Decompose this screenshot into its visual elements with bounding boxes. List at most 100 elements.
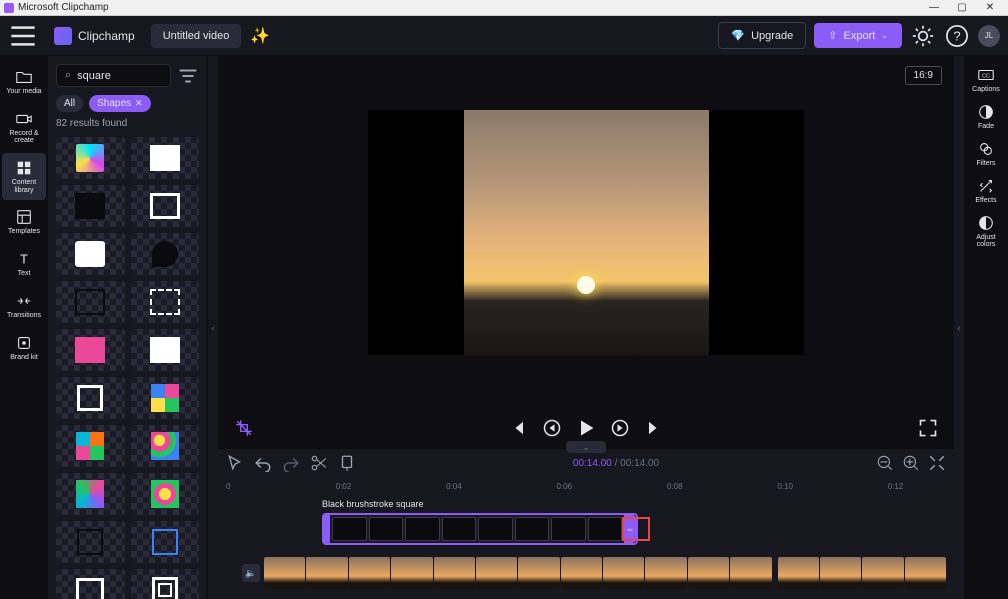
redo-button[interactable] [282, 454, 300, 472]
brand-kit-icon [15, 334, 33, 352]
library-icon [15, 159, 33, 177]
ai-sparkle-icon[interactable]: ✨ [249, 25, 271, 47]
shape-thumb[interactable] [56, 521, 125, 563]
templates-icon [15, 208, 33, 226]
crop-disabled-icon[interactable] [234, 418, 254, 438]
right-filters[interactable]: Filters [967, 140, 1005, 167]
shape-thumb[interactable] [56, 137, 125, 179]
app-icon [4, 3, 14, 13]
filters-icon [977, 140, 995, 158]
panel-collapse-handle[interactable]: ‹ [208, 56, 218, 599]
fit-button[interactable] [928, 454, 946, 472]
shape-thumb[interactable] [131, 569, 200, 599]
shape-thumb[interactable] [56, 185, 125, 227]
shape-thumb[interactable] [131, 425, 200, 467]
clip-label: Black brushstroke square [322, 499, 946, 509]
brand-logo[interactable]: Clipchamp [46, 23, 143, 49]
project-title[interactable]: Untitled video [151, 24, 242, 48]
nav-brand-kit[interactable]: Brand kit [2, 328, 46, 368]
filter-button[interactable] [177, 65, 199, 87]
export-button[interactable]: ⇧ Export ⌄ [814, 23, 902, 48]
search-input[interactable] [77, 70, 162, 82]
content-panel: ⌕ All Shapes ✕ 82 results found [48, 56, 208, 599]
nav-your-media[interactable]: Your media [2, 62, 46, 102]
app-header: Clipchamp Untitled video ✨ 💎 Upgrade ⇧ E… [0, 16, 1008, 56]
svg-text:?: ? [953, 28, 960, 43]
brand-name: Clipchamp [78, 29, 135, 43]
chip-all[interactable]: All [56, 95, 83, 112]
shape-thumb[interactable] [131, 377, 200, 419]
nav-transitions[interactable]: Transitions [2, 286, 46, 326]
shape-thumb[interactable] [56, 425, 125, 467]
captions-icon: CC [977, 66, 995, 84]
timeline-ruler[interactable]: 0 0:02 0:04 0:06 0:08 0:10 0:12 [218, 477, 954, 495]
menu-button[interactable] [8, 21, 38, 51]
shape-thumb[interactable] [131, 473, 200, 515]
shape-thumb[interactable] [56, 473, 125, 515]
shape-results-grid [48, 137, 207, 599]
window-close[interactable]: ✕ [976, 2, 1004, 13]
shape-thumb[interactable] [131, 329, 200, 371]
upgrade-button[interactable]: 💎 Upgrade [718, 22, 806, 49]
transitions-icon [15, 292, 33, 310]
video-clip[interactable] [264, 557, 946, 589]
zoom-in-button[interactable] [902, 454, 920, 472]
aspect-ratio-button[interactable]: 16:9 [905, 66, 942, 85]
right-panel-collapse[interactable]: ‹ [954, 56, 964, 599]
right-captions[interactable]: CC Captions [967, 66, 1005, 93]
nav-text[interactable]: T Text [2, 244, 46, 284]
app-name: Microsoft Clipchamp [18, 2, 109, 13]
right-fade[interactable]: Fade [967, 103, 1005, 130]
cursor-tool[interactable] [226, 454, 244, 472]
shape-clip[interactable]: ⇔ [322, 513, 638, 545]
shape-thumb[interactable] [131, 137, 200, 179]
fullscreen-button[interactable] [918, 418, 938, 438]
search-box[interactable]: ⌕ [56, 64, 171, 87]
skip-start-button[interactable] [508, 418, 528, 438]
undo-button[interactable] [254, 454, 272, 472]
chip-shapes[interactable]: Shapes ✕ [89, 95, 150, 112]
close-icon[interactable]: ✕ [135, 98, 143, 109]
camera-icon [15, 110, 33, 128]
nav-rail: Your media Record & create Content libra… [0, 56, 48, 599]
shape-thumb[interactable] [131, 233, 200, 275]
nav-content-library[interactable]: Content library [2, 153, 46, 200]
split-button[interactable] [310, 454, 328, 472]
chevron-down-icon: ⌄ [881, 31, 888, 40]
shape-thumb[interactable] [56, 233, 125, 275]
video-preview[interactable] [368, 110, 804, 355]
window-minimize[interactable]: — [920, 2, 948, 13]
search-icon: ⌕ [65, 69, 71, 82]
svg-text:T: T [20, 253, 28, 267]
export-label: Export [844, 30, 876, 42]
shape-thumb[interactable] [131, 281, 200, 323]
skip-end-button[interactable] [644, 418, 664, 438]
play-button[interactable] [576, 418, 596, 438]
right-effects[interactable]: Effects [967, 177, 1005, 204]
upload-icon: ⇧ [828, 29, 837, 42]
upgrade-label: Upgrade [751, 30, 793, 42]
shape-thumb[interactable] [56, 569, 125, 599]
right-adjust-colors[interactable]: Adjust colors [967, 214, 1005, 248]
shape-thumb[interactable] [56, 377, 125, 419]
shape-thumb[interactable] [131, 185, 200, 227]
mute-button[interactable]: 🔈 [242, 564, 260, 582]
text-icon: T [15, 250, 33, 268]
step-back-button[interactable] [542, 418, 562, 438]
help-button[interactable]: ? [944, 23, 970, 49]
settings-button[interactable] [910, 23, 936, 49]
shape-thumb[interactable] [56, 281, 125, 323]
diamond-icon: 💎 [731, 29, 745, 42]
shape-thumb[interactable] [131, 521, 200, 563]
nav-templates[interactable]: Templates [2, 202, 46, 242]
marker-button[interactable] [338, 454, 356, 472]
nav-record-create[interactable]: Record & create [2, 104, 46, 151]
window-maximize[interactable]: ▢ [948, 2, 976, 13]
clip-trim-right[interactable]: ⇔ [624, 515, 636, 543]
zoom-out-button[interactable] [876, 454, 894, 472]
user-avatar[interactable]: JL [978, 25, 1000, 47]
shape-thumb[interactable] [56, 329, 125, 371]
folder-icon [15, 68, 33, 86]
step-forward-button[interactable] [610, 418, 630, 438]
timeline-drag-handle[interactable]: ⌄ [566, 441, 606, 453]
